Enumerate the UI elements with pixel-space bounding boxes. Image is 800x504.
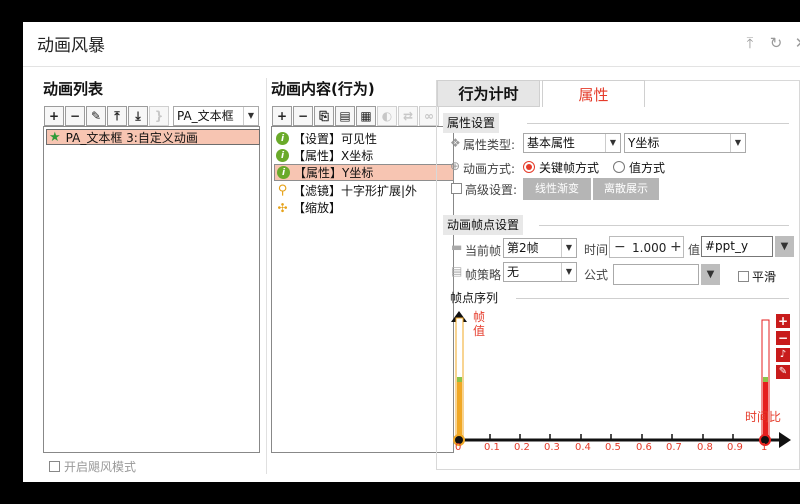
frame-marker-1[interactable] <box>763 377 768 382</box>
tick-label: 0.8 <box>697 442 713 453</box>
x-axis-arrow <box>779 432 791 448</box>
remove-frame-icon[interactable]: − <box>776 331 790 345</box>
tick-label: 0.1 <box>484 442 500 453</box>
tick-label: 0.9 <box>727 442 743 453</box>
frame-bar-0[interactable] <box>457 380 462 436</box>
x-axis-label: 时间比 <box>745 410 782 424</box>
tick-label: 0.7 <box>666 442 682 453</box>
animation-storm-window: 动画风暴 ⤒ ↻ ✕ 动画列表 + − ✎ ⤒ ⤓ } PA_文本框 ▼ ★ P… <box>23 22 800 482</box>
tick-label: 0.3 <box>544 442 560 453</box>
keyframe-sequence-svg <box>451 311 791 448</box>
tick-label: 0.2 <box>514 442 530 453</box>
brush-icon[interactable]: ✎ <box>776 365 790 379</box>
tick-label: 0.6 <box>636 442 652 453</box>
tick-label: 0.5 <box>605 442 621 453</box>
frame-marker-0[interactable] <box>457 377 462 382</box>
add-frame-icon[interactable]: + <box>776 314 790 328</box>
tick-label: 1 <box>761 442 768 453</box>
tick-label: 0 <box>455 442 462 453</box>
bell-icon[interactable]: ♪ <box>776 348 790 362</box>
tick-label: 0.4 <box>575 442 591 453</box>
y-axis-label: 帧 值 <box>473 310 486 338</box>
